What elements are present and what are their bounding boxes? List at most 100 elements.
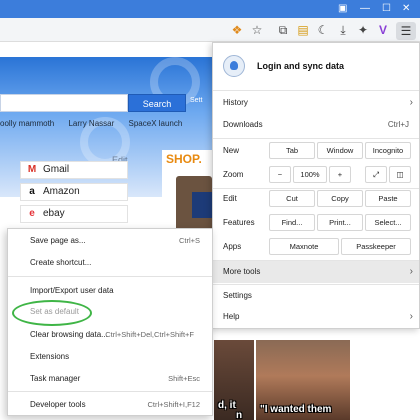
tile-label: Amazon — [43, 186, 80, 197]
puzzle-icon[interactable]: ✦ — [356, 23, 370, 37]
main-menu-button[interactable]: ☰ — [396, 22, 416, 40]
shop-ad-title: SHOP. — [166, 152, 202, 166]
copy-button[interactable]: Copy — [317, 190, 363, 207]
menu-item-save-page[interactable]: Save page as... Ctrl+S — [8, 231, 212, 251]
chevron-right-icon: › — [409, 311, 413, 322]
menu-row-edit: Edit Cut Copy Paste — [213, 188, 419, 210]
shortcut-label: Ctrl+J — [387, 120, 409, 129]
menu-item-label: Downloads — [223, 120, 263, 129]
zoom-level: 100% — [293, 166, 327, 183]
menu-row-apps: Apps Maxnote Passkeeper — [213, 236, 419, 258]
menu-item-label: Developer tools — [30, 400, 86, 409]
menu-item-label: Clear browsing data... — [30, 330, 108, 339]
browser-toolbar: ❖ ☆ ⧉ ▤ ☾ ⤓ ✦ V — [0, 18, 420, 42]
avatar[interactable] — [223, 55, 245, 77]
passkeeper-button[interactable]: Passkeeper — [341, 238, 411, 255]
new-tab-button[interactable]: Tab — [269, 142, 315, 159]
news-image[interactable]: d, it n — [214, 340, 254, 420]
row-label: Apps — [223, 242, 242, 251]
shortcut-label: Shift+Esc — [168, 374, 200, 383]
split-view-icon[interactable]: ◫ — [389, 166, 411, 183]
menu-divider — [8, 391, 212, 392]
menu-item-label: Help — [223, 312, 240, 321]
notes-icon[interactable]: ▤ — [296, 23, 310, 37]
menu-item-history[interactable]: History › — [213, 92, 419, 114]
minimize-icon[interactable]: — — [360, 3, 370, 15]
cut-button[interactable]: Cut — [269, 190, 315, 207]
find-button[interactable]: Find... — [269, 214, 315, 231]
gmail-icon: M — [27, 164, 37, 175]
ad-product-box — [192, 192, 214, 218]
news-image[interactable]: "I wanted them — [256, 340, 350, 420]
menu-item-label: Create shortcut... — [30, 258, 92, 267]
settings-link[interactable]: Sett — [190, 97, 202, 104]
menu-divider — [213, 138, 419, 139]
row-label: Edit — [223, 194, 237, 203]
login-sync-link[interactable]: Login and sync data — [257, 61, 344, 71]
menu-divider — [8, 276, 212, 277]
menu-item-label: More tools — [223, 267, 261, 276]
image-caption: d, it — [218, 400, 236, 411]
maximize-icon[interactable]: ☐ — [382, 3, 391, 15]
image-caption: "I wanted them — [260, 404, 332, 415]
browser-main-menu: Login and sync data History › Downloads … — [212, 42, 420, 329]
print-button[interactable]: Print... — [317, 214, 363, 231]
highlight-annotation-oval — [12, 300, 92, 326]
night-mode-icon[interactable]: ☾ — [316, 23, 330, 37]
menu-row-features: Features Find... Print... Select... — [213, 212, 419, 234]
trend-link[interactable]: Larry Nassar — [68, 119, 114, 128]
menu-row-zoom: Zoom − 100% + ⤢ ◫ — [213, 164, 419, 186]
shortcut-tile-amazon[interactable]: a Amazon — [20, 183, 128, 201]
row-label: New — [223, 146, 240, 155]
chevron-right-icon: › — [409, 97, 413, 108]
search-input[interactable] — [0, 94, 128, 112]
trending-searches: oolly mammoth Larry Nassar SpaceX launch — [0, 119, 194, 128]
menu-item-help[interactable]: Help › — [213, 306, 419, 328]
menu-item-downloads[interactable]: Downloads Ctrl+J — [213, 114, 419, 136]
search-button[interactable]: Search — [128, 94, 186, 112]
menu-item-label: History — [223, 98, 248, 107]
trend-link[interactable]: oolly mammoth — [0, 119, 54, 128]
close-window-icon[interactable]: ✕ — [402, 3, 410, 15]
hamburger-icon: ☰ — [400, 24, 412, 38]
zoom-in-button[interactable]: + — [329, 166, 351, 183]
menu-item-label: Import/Export user data — [30, 286, 114, 295]
window-tile-icon[interactable]: ▣ — [338, 3, 347, 15]
ebay-icon: e — [29, 208, 35, 219]
extension-icon[interactable]: ❖ — [230, 23, 244, 37]
menu-item-task-manager[interactable]: Task manager Shift+Esc — [8, 369, 212, 389]
menu-item-more-tools[interactable]: More tools › — [213, 261, 419, 283]
menu-item-label: Save page as... — [30, 236, 86, 245]
maxnote-button[interactable]: Maxnote — [269, 238, 339, 255]
title-bar: ▣ — ☐ ✕ — [0, 0, 420, 18]
zoom-out-button[interactable]: − — [269, 166, 291, 183]
shortcut-label: Ctrl+Shift+I,F12 — [147, 400, 200, 409]
shortcut-tile-gmail[interactable]: M Gmail — [20, 161, 128, 179]
menu-item-import-export[interactable]: Import/Export user data — [8, 281, 212, 301]
menu-item-extensions[interactable]: Extensions — [8, 347, 212, 367]
vpn-icon[interactable]: V — [376, 23, 390, 37]
menu-item-developer-tools[interactable]: Developer tools Ctrl+Shift+I,F12 — [8, 395, 212, 415]
menu-item-clear-browsing-data[interactable]: Clear browsing data... Ctrl+Shift+Del,Ct… — [8, 325, 212, 345]
paste-button[interactable]: Paste — [365, 190, 411, 207]
tile-label: Gmail — [43, 164, 70, 175]
select-button[interactable]: Select... — [365, 214, 411, 231]
shortcut-tile-ebay[interactable]: e ebay — [20, 205, 128, 223]
screenshot-icon[interactable]: ⧉ — [276, 23, 290, 37]
menu-item-label: Task manager — [30, 374, 81, 383]
menu-item-create-shortcut[interactable]: Create shortcut... — [8, 253, 212, 273]
fullscreen-icon[interactable]: ⤢ — [365, 166, 387, 183]
amazon-icon: a — [29, 186, 35, 197]
trend-link[interactable]: SpaceX launch — [129, 119, 183, 128]
bookmark-star-icon[interactable]: ☆ — [250, 23, 264, 37]
new-incognito-button[interactable]: Incognito — [365, 142, 411, 159]
menu-row-new: New Tab Window Incognito — [213, 140, 419, 162]
chevron-right-icon: › — [409, 266, 413, 277]
new-window-button[interactable]: Window — [317, 142, 363, 159]
row-label: Features — [223, 218, 255, 227]
menu-divider — [213, 90, 419, 91]
tile-label: ebay — [43, 208, 65, 219]
menu-item-settings[interactable]: Settings — [213, 285, 419, 307]
download-icon[interactable]: ⤓ — [336, 23, 350, 37]
menu-item-label: Settings — [223, 291, 252, 300]
